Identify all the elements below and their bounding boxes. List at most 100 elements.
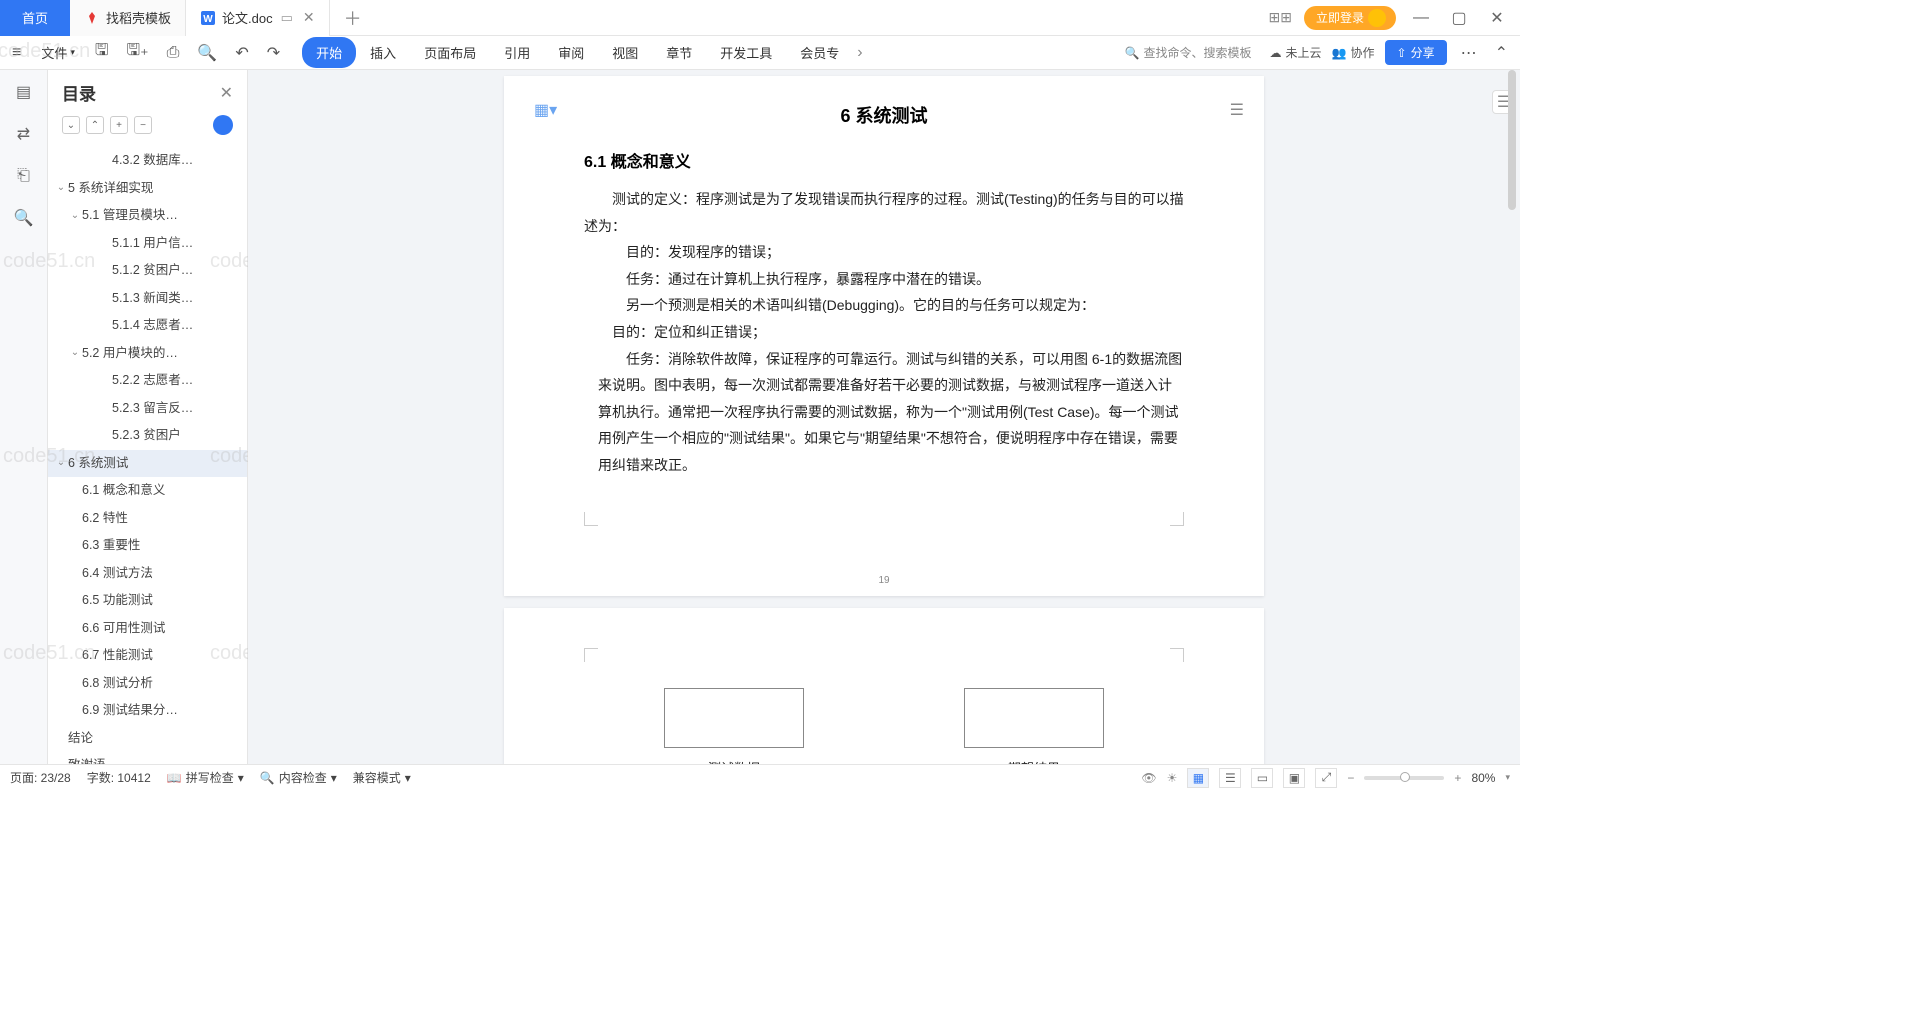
outline-item[interactable]: 5.2.2 志愿者… [48,367,247,395]
toolbar-overflow-icon[interactable]: ⋯ [1457,39,1481,67]
zoom-out-icon[interactable]: − [1347,771,1354,785]
undo-icon[interactable]: ↶ [231,39,252,67]
outline-item[interactable]: 5.2.3 贫困户 [48,422,247,450]
collab-button[interactable]: 👥 协作 [1332,44,1375,61]
search-placeholder: 查找命令、搜索模板 [1144,44,1252,61]
menu-view[interactable]: 视图 [598,37,652,68]
outline-ai-button[interactable] [213,115,233,135]
outline-item[interactable]: 6.5 功能测试 [48,587,247,615]
print-icon[interactable]: ⎙ [163,40,184,66]
spellcheck-button[interactable]: 📖 拼写检查 ▾ [167,769,244,786]
view-web-button[interactable]: ▭ [1251,768,1273,788]
zoom-dropdown-icon[interactable]: ▾ [1505,772,1510,783]
menu-scroll-right-icon[interactable]: › [853,44,866,62]
tab-close-icon[interactable]: ✕ [303,9,315,26]
zoom-in-icon[interactable]: + [1454,771,1461,785]
save-icon[interactable]: 🖫 [91,35,113,70]
window-close-button[interactable]: ✕ [1484,6,1510,30]
view-read-button[interactable]: ▣ [1283,768,1305,788]
eye-icon[interactable]: 👁 [1141,771,1156,785]
menu-bar: 开始 插入 页面布局 引用 审阅 视图 章节 开发工具 会员专 › [302,37,866,68]
tab-share-icon[interactable]: ▭ [281,10,293,26]
page-20: 测试数据 期望结果 [504,608,1264,764]
search-panel-icon[interactable]: 🔍 [12,206,36,230]
bookmark-icon[interactable]: ⎗ [12,164,36,188]
outline-item[interactable]: 致谢语 [48,752,247,764]
page-format-icon[interactable]: ☰ [1230,100,1244,120]
window-minimize-button[interactable]: — [1408,6,1434,30]
document-area: ▦▾ ☰ 6 系统测试 6.1 概念和意义 测试的定义：程序测试是为了发现错误而… [248,70,1520,764]
status-page[interactable]: 页面: 23/28 [10,769,71,786]
toolbar-collapse-icon[interactable]: ⌃ [1491,39,1512,67]
menu-review[interactable]: 审阅 [544,37,598,68]
tab-document[interactable]: W 论文.doc ▭ ✕ [186,0,330,36]
outline-item[interactable]: 5.1.1 用户信… [48,230,247,258]
outline-item[interactable]: 5.1.2 贫困户… [48,257,247,285]
view-fullscreen-button[interactable]: ⤢ [1315,768,1337,788]
redo-icon[interactable]: ↷ [263,39,284,67]
outline-item[interactable]: ⌄5.1 管理员模块… [48,202,247,230]
content-check-button[interactable]: 🔍 内容检查 ▾ [260,769,337,786]
share-button[interactable]: ⇧ 分享 [1385,40,1447,65]
outline-item[interactable]: 6.1 概念和意义 [48,477,247,505]
outline-remove-icon[interactable]: − [134,116,152,134]
outline-item[interactable]: 6.6 可用性测试 [48,615,247,643]
outline-item[interactable]: ⌄5 系统详细实现 [48,175,247,203]
tab-home[interactable]: 首页 [0,0,70,36]
outline-item-label: 致谢语 [68,757,106,764]
outline-expand-all-icon[interactable]: ⌃ [86,116,104,134]
menu-layout[interactable]: 页面布局 [410,37,490,68]
status-word-count[interactable]: 字数: 10412 [87,769,151,786]
sun-icon[interactable]: ☀ [1167,771,1178,785]
page-options-icon[interactable]: ▦▾ [534,100,557,120]
file-menu[interactable]: 文件 ▾ [35,39,81,66]
tab-templates[interactable]: 找稻壳模板 [70,0,186,36]
view-page-button[interactable]: ▦ [1187,768,1209,788]
menu-chapter[interactable]: 章节 [652,37,706,68]
menu-insert[interactable]: 插入 [356,37,410,68]
menu-start[interactable]: 开始 [302,37,356,68]
compat-mode-button[interactable]: 兼容模式 ▾ [353,769,411,786]
corner-mark [1170,648,1184,662]
window-maximize-button[interactable]: ▢ [1446,6,1472,30]
zoom-level[interactable]: 80% [1471,771,1495,785]
apps-grid-icon[interactable]: ⊞⊞ [1269,9,1292,26]
outline-item[interactable]: ⌄5.2 用户模块的… [48,340,247,368]
outline-item[interactable]: 6.8 测试分析 [48,670,247,698]
outline-item[interactable]: 6.4 测试方法 [48,560,247,588]
outline-item[interactable]: 6.2 特性 [48,505,247,533]
outline-item[interactable]: 结论 [48,725,247,753]
menu-member[interactable]: 会员专 [786,37,853,68]
command-search[interactable]: 🔍 查找命令、搜索模板 [1117,41,1260,64]
outline-item[interactable]: 4.3.2 数据库… [48,147,247,175]
view-outline-button[interactable]: ☰ [1219,768,1241,788]
outline-item[interactable]: 6.3 重要性 [48,532,247,560]
outline-icon[interactable]: ▤ [12,80,36,104]
outline-item[interactable]: 5.2.3 留言反… [48,395,247,423]
login-button[interactable]: 立即登录 [1304,6,1396,30]
outline-add-icon[interactable]: + [110,116,128,134]
outline-item[interactable]: 5.1.4 志愿者… [48,312,247,340]
outline-collapse-all-icon[interactable]: ⌄ [62,116,80,134]
outline-item[interactable]: 5.1.3 新闻类… [48,285,247,313]
statusbar: 页面: 23/28 字数: 10412 📖 拼写检查 ▾ 🔍 内容检查 ▾ 兼容… [0,764,1520,790]
transform-icon[interactable]: ⇄ [12,122,36,146]
zoom-slider[interactable] [1364,776,1444,780]
scrollbar-thumb[interactable] [1508,70,1516,210]
scrollbar-track[interactable] [1508,70,1516,764]
hamburger-icon[interactable]: ≡ [8,40,25,66]
save-as-icon[interactable]: 🖫₊ [123,35,153,70]
tab-add-button[interactable]: ＋ [330,5,376,31]
figure-label: 测试数据 [664,758,804,764]
outline-item[interactable]: 6.9 测试结果分… [48,697,247,725]
outline-item[interactable]: 6.7 性能测试 [48,642,247,670]
menu-devtools[interactable]: 开发工具 [706,37,786,68]
outline-item[interactable]: ⌄6 系统测试 [48,450,247,478]
menu-references[interactable]: 引用 [490,37,544,68]
outline-item-label: 6.5 功能测试 [82,592,153,610]
outline-close-icon[interactable]: ✕ [220,83,233,103]
heading-level-1: 6 系统测试 [584,102,1184,128]
corner-mark [584,512,598,526]
cloud-status[interactable]: ☁ 未上云 [1270,44,1322,61]
print-preview-icon[interactable]: 🔍 [193,39,221,67]
